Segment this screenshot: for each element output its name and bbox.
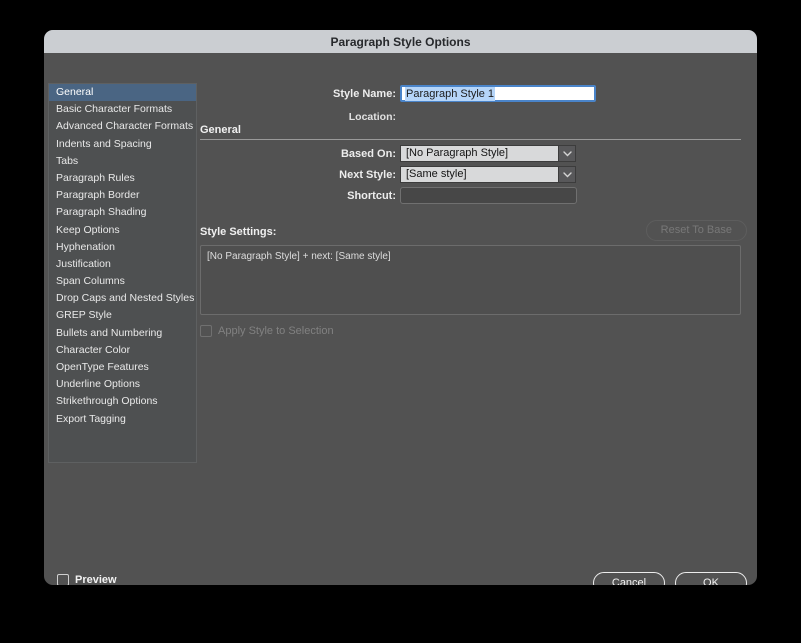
- sidebar-item-strikethrough-options[interactable]: Strikethrough Options: [49, 393, 196, 410]
- chevron-down-icon[interactable]: [558, 145, 576, 162]
- next-style-label: Next Style:: [44, 169, 396, 181]
- cancel-button[interactable]: Cancel: [593, 572, 665, 585]
- style-settings-text: [No Paragraph Style] + next: [Same style…: [207, 251, 391, 262]
- shortcut-label: Shortcut:: [44, 190, 396, 202]
- dialog-content: GeneralBasic Character FormatsAdvanced C…: [44, 53, 757, 585]
- apply-style-label: Apply Style to Selection: [218, 325, 334, 337]
- chevron-down-icon[interactable]: [558, 166, 576, 183]
- sidebar-item-opentype-features[interactable]: OpenType Features: [49, 359, 196, 376]
- apply-style-to-selection-row: Apply Style to Selection: [200, 325, 334, 337]
- style-settings-box[interactable]: [No Paragraph Style] + next: [Same style…: [200, 245, 741, 315]
- sidebar-item-grep-style[interactable]: GREP Style: [49, 307, 196, 324]
- ok-button[interactable]: OK: [675, 572, 747, 585]
- dialog-title: Paragraph Style Options: [330, 35, 470, 49]
- reset-to-base-button[interactable]: Reset To Base: [646, 220, 747, 241]
- sidebar-list: GeneralBasic Character FormatsAdvanced C…: [48, 83, 197, 463]
- style-name-value: Paragraph Style 1: [405, 87, 495, 101]
- apply-style-checkbox[interactable]: [200, 325, 212, 337]
- sidebar-item-span-columns[interactable]: Span Columns: [49, 273, 196, 290]
- based-on-value: [No Paragraph Style]: [400, 145, 558, 162]
- location-label: Location:: [44, 111, 396, 123]
- sidebar-item-bullets-and-numbering[interactable]: Bullets and Numbering: [49, 325, 196, 342]
- sidebar-item-underline-options[interactable]: Underline Options: [49, 376, 196, 393]
- sidebar-item-paragraph-shading[interactable]: Paragraph Shading: [49, 204, 196, 221]
- sidebar-item-character-color[interactable]: Character Color: [49, 342, 196, 359]
- shortcut-input[interactable]: [400, 187, 577, 204]
- preview-label: Preview: [75, 574, 117, 585]
- based-on-select[interactable]: [No Paragraph Style]: [400, 145, 576, 162]
- based-on-label: Based On:: [44, 148, 396, 160]
- next-style-value: [Same style]: [400, 166, 558, 183]
- preview-checkbox[interactable]: [57, 574, 69, 585]
- dialog-titlebar[interactable]: Paragraph Style Options: [44, 30, 757, 53]
- sidebar-item-export-tagging[interactable]: Export Tagging: [49, 411, 196, 428]
- style-settings-label: Style Settings:: [200, 226, 276, 238]
- sidebar-item-justification[interactable]: Justification: [49, 256, 196, 273]
- sidebar-item-hyphenation[interactable]: Hyphenation: [49, 239, 196, 256]
- sidebar-item-keep-options[interactable]: Keep Options: [49, 222, 196, 239]
- section-separator: [200, 139, 741, 140]
- desktop-background: { "window": { "title": "Paragraph Style …: [0, 0, 801, 643]
- next-style-select[interactable]: [Same style]: [400, 166, 576, 183]
- paragraph-style-options-dialog: Paragraph Style Options GeneralBasic Cha…: [44, 30, 757, 585]
- section-heading: General: [200, 124, 241, 136]
- style-name-label: Style Name:: [44, 88, 396, 100]
- sidebar-item-drop-caps-and-nested-styles[interactable]: Drop Caps and Nested Styles: [49, 290, 196, 307]
- preview-row: Preview: [57, 574, 117, 585]
- style-name-input[interactable]: Paragraph Style 1: [400, 85, 596, 102]
